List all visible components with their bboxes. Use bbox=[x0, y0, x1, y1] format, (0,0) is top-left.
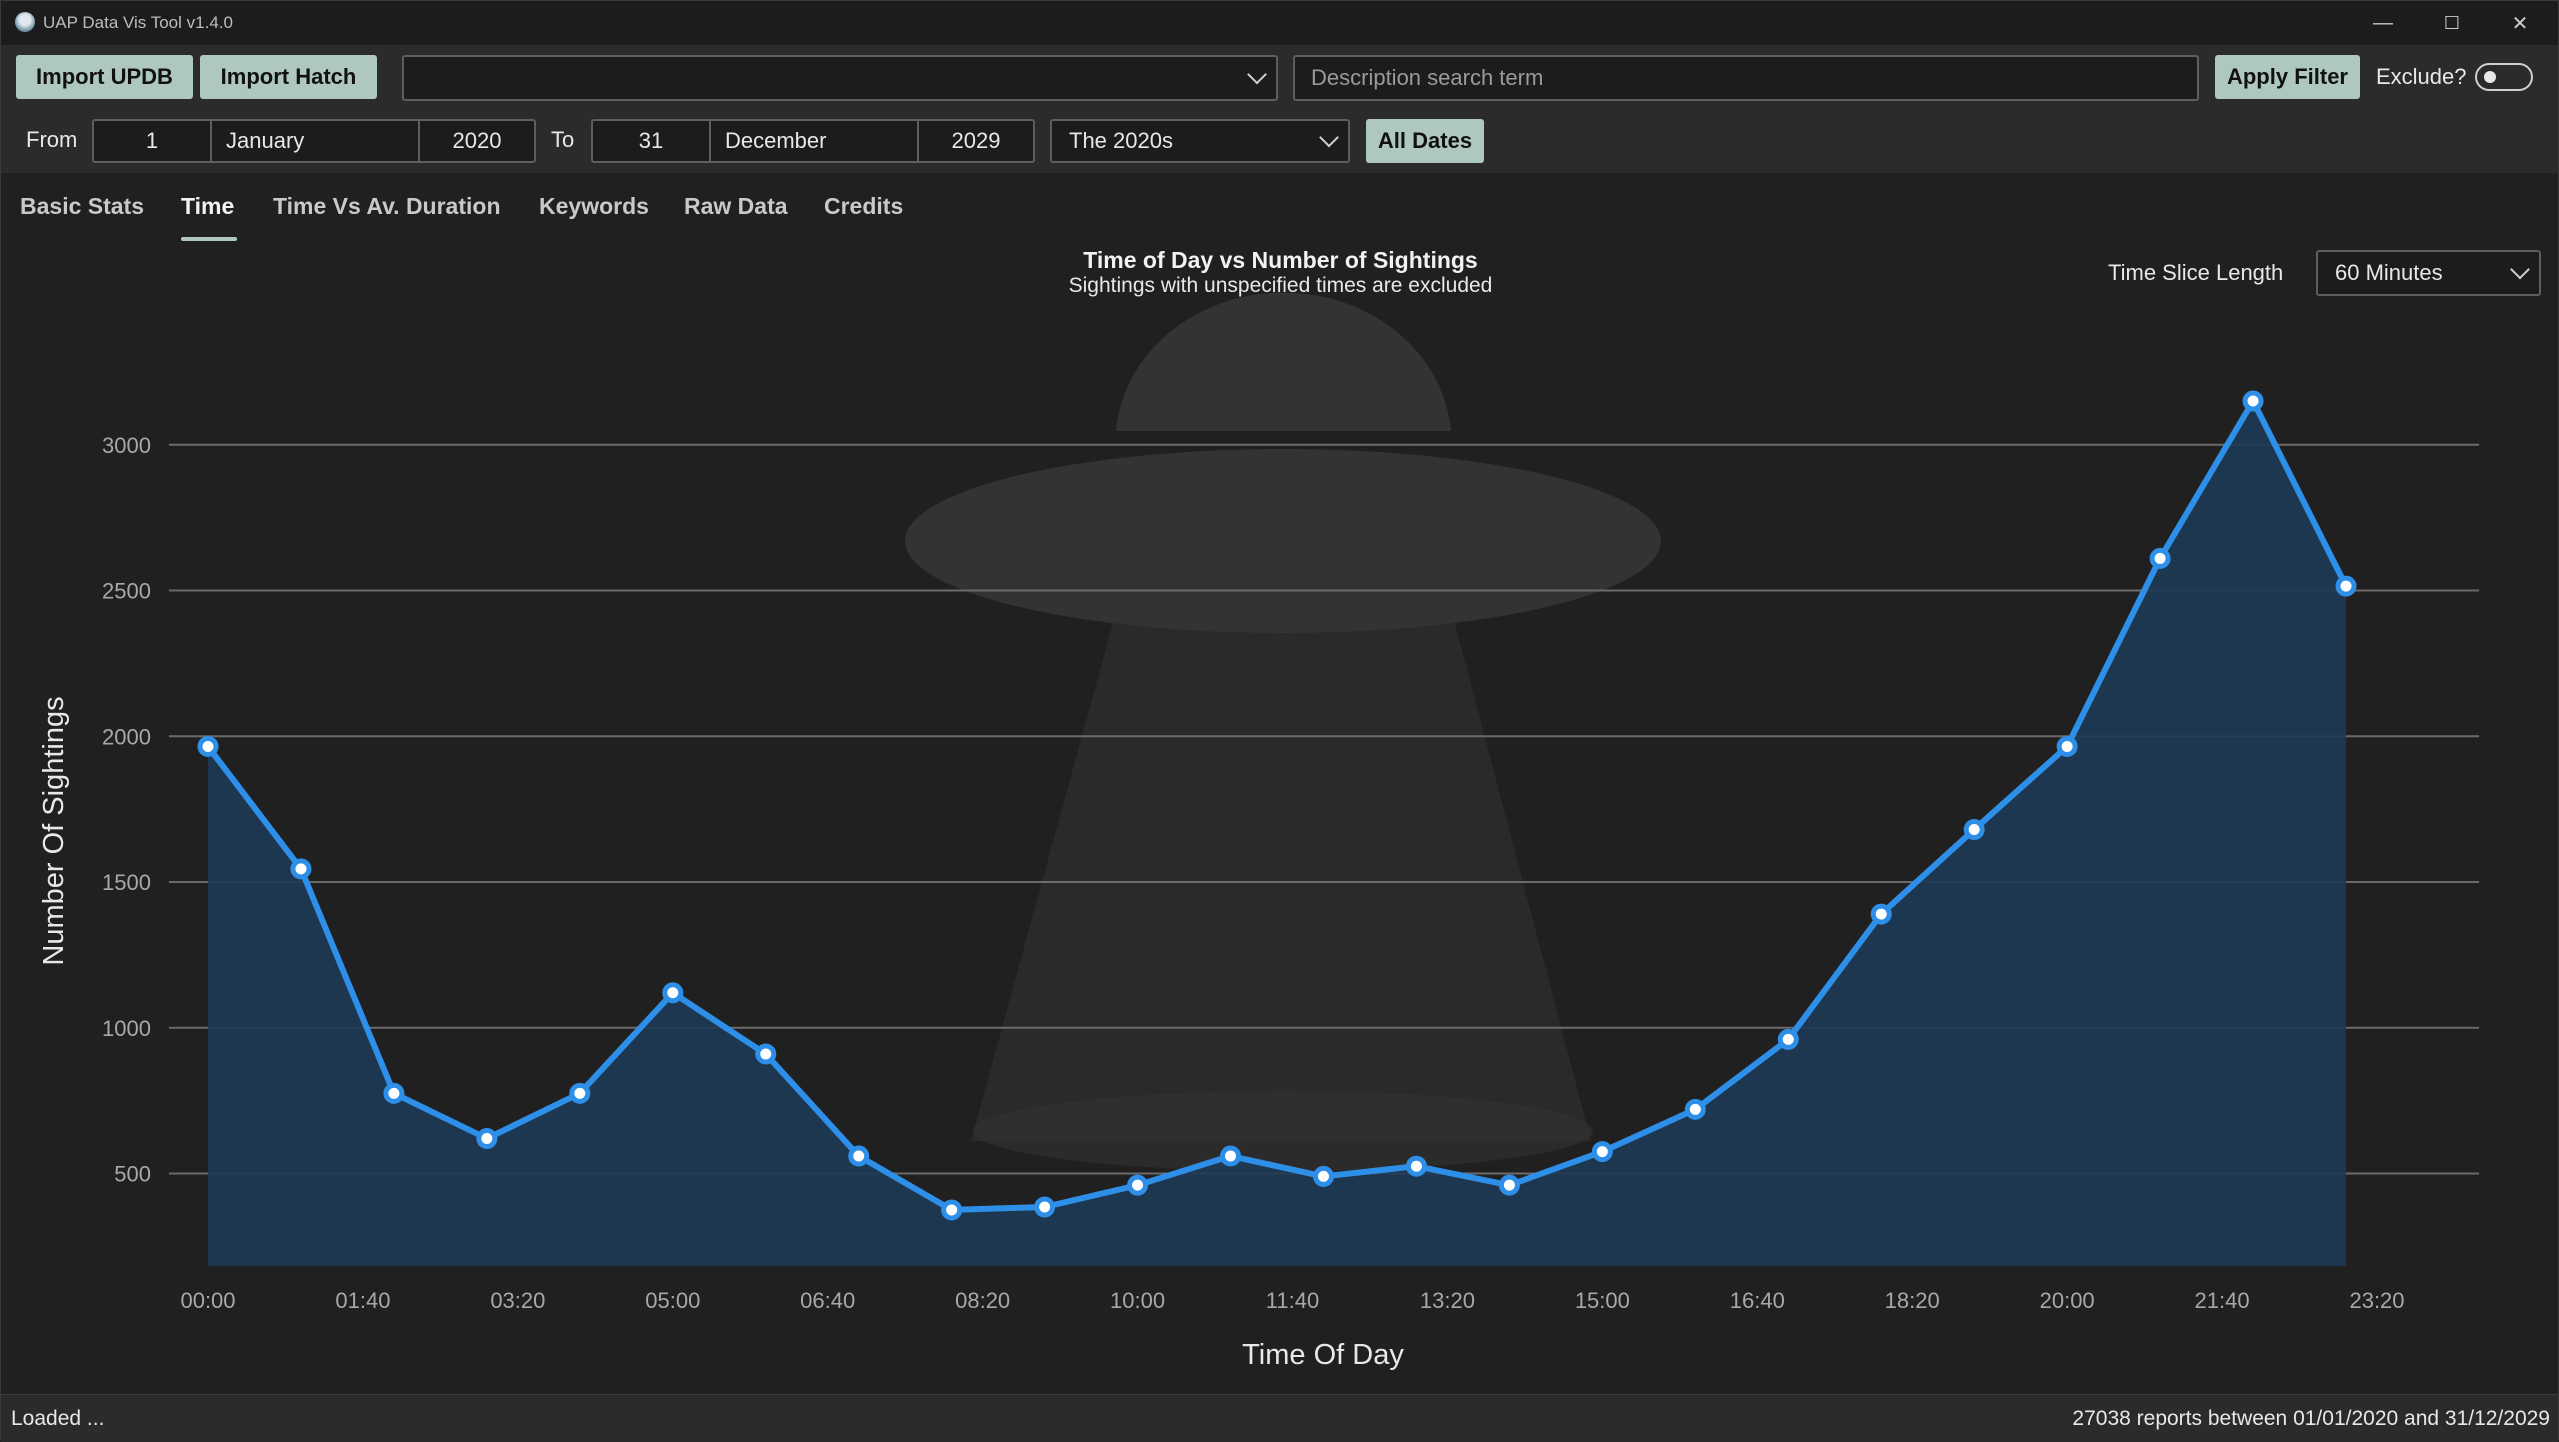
x-tick-label: 21:40 bbox=[2195, 1288, 2250, 1313]
x-tick-label: 18:20 bbox=[1885, 1288, 1940, 1313]
status-message: Loaded ... bbox=[11, 1407, 105, 1430]
data-point bbox=[755, 1043, 777, 1065]
data-point bbox=[569, 1082, 591, 1104]
data-point bbox=[662, 982, 684, 1004]
data-point bbox=[1312, 1165, 1334, 1187]
x-tick-label: 06:40 bbox=[800, 1288, 855, 1313]
data-point bbox=[1498, 1174, 1520, 1196]
data-point bbox=[2149, 547, 2171, 569]
y-tick-label: 1000 bbox=[102, 1016, 151, 1041]
x-tick-label: 16:40 bbox=[1730, 1288, 1785, 1313]
ufo-watermark-icon bbox=[905, 292, 1661, 1171]
x-axis-ticks: 00:00 01:40 03:20 05:00 06:40 08:20 10:00 11:40… bbox=[180, 1288, 2404, 1313]
y-tick-label: 2500 bbox=[102, 579, 151, 604]
chart-title: Time of Day vs Number of Sightings bbox=[1083, 247, 1478, 273]
chart-subtitle: Sightings with unspecified times are exc… bbox=[1068, 274, 1493, 297]
app-window: UAP Data Vis Tool v1.4.0 — ☐ ✕ Import UP… bbox=[0, 0, 2559, 1442]
data-point bbox=[383, 1082, 405, 1104]
x-tick-label: 01:40 bbox=[335, 1288, 390, 1313]
data-point bbox=[1127, 1174, 1149, 1196]
x-tick-label: 11:40 bbox=[1266, 1288, 1319, 1313]
y-tick-label: 2000 bbox=[102, 724, 151, 749]
x-tick-label: 10:00 bbox=[1110, 1288, 1165, 1313]
x-tick-label: 13:20 bbox=[1420, 1288, 1475, 1313]
y-axis-label: Number Of Sightings bbox=[38, 696, 70, 965]
data-point bbox=[2242, 390, 2264, 412]
data-point bbox=[941, 1199, 963, 1221]
data-point bbox=[1963, 819, 1985, 841]
x-tick-label: 20:00 bbox=[2040, 1288, 2095, 1313]
report-count: 27038 reports between 01/01/2020 and 31/… bbox=[2072, 1407, 2550, 1430]
x-tick-label: 23:20 bbox=[2349, 1288, 2404, 1313]
status-bar: Loaded ... 27038 reports between 01/01/2… bbox=[1, 1394, 2558, 1442]
data-point bbox=[2335, 575, 2357, 597]
data-point bbox=[848, 1145, 870, 1167]
data-point bbox=[1591, 1141, 1613, 1163]
y-tick-label: 3000 bbox=[102, 433, 151, 458]
data-point bbox=[1684, 1098, 1706, 1120]
x-tick-label: 05:00 bbox=[645, 1288, 700, 1313]
x-tick-label: 00:00 bbox=[180, 1288, 235, 1313]
data-point bbox=[1777, 1028, 1799, 1050]
data-point bbox=[290, 858, 312, 880]
data-point bbox=[1220, 1145, 1242, 1167]
data-point bbox=[476, 1128, 498, 1150]
x-tick-label: 03:20 bbox=[490, 1288, 545, 1313]
data-point bbox=[1405, 1155, 1427, 1177]
y-axis-ticks: 500 1000 1500 2000 2500 3000 bbox=[102, 433, 151, 1187]
y-tick-label: 1500 bbox=[102, 870, 151, 895]
data-point bbox=[1034, 1196, 1056, 1218]
x-tick-label: 08:20 bbox=[955, 1288, 1010, 1313]
data-point bbox=[2056, 735, 2078, 757]
x-tick-label: 15:00 bbox=[1575, 1288, 1630, 1313]
data-point bbox=[197, 735, 219, 757]
data-point bbox=[1870, 903, 1892, 925]
sightings-chart: 50010001500200025003000 00:00 01:40 03:20 0… bbox=[38, 292, 2479, 1371]
y-tick-label: 500 bbox=[114, 1162, 151, 1187]
x-axis-label: Time Of Day bbox=[1242, 1339, 1404, 1371]
